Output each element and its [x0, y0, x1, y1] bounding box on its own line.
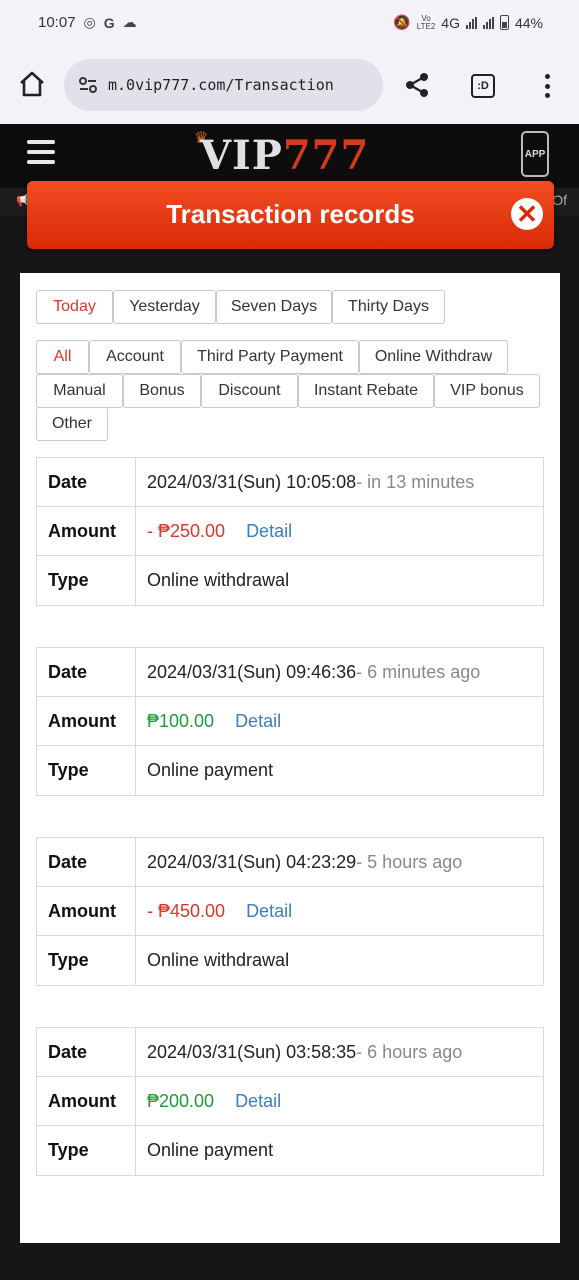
detail-link[interactable]: Detail: [246, 901, 292, 922]
amount-label: Amount: [37, 507, 136, 555]
type-label: Type: [37, 556, 136, 605]
filter-account[interactable]: Account: [89, 340, 181, 374]
site-header: ♛ VIP777 APP: [0, 124, 579, 188]
type-label: Type: [37, 936, 136, 985]
date-label: Date: [37, 1028, 136, 1076]
amount-label: Amount: [37, 1077, 136, 1125]
battery-icon: [499, 15, 509, 30]
amount-label: Amount: [37, 887, 136, 935]
address-bar[interactable]: m.0vip777.com/Transaction: [64, 59, 383, 111]
detail-link[interactable]: Detail: [235, 711, 281, 732]
browser-toolbar: m.0vip777.com/Transaction :D: [0, 46, 579, 124]
type-label: Type: [37, 1126, 136, 1175]
browser-menu-icon[interactable]: [543, 74, 551, 98]
filter-all[interactable]: All: [36, 340, 89, 374]
filter-vip-bonus[interactable]: VIP bonus: [434, 374, 540, 408]
record-date: 2024/03/31(Sun) 04:23:29: [147, 851, 357, 872]
transaction-panel: Today Yesterday Seven Days Thirty Days A…: [20, 273, 560, 1243]
network-type: 4G: [441, 14, 460, 31]
transaction-record: Date 2024/03/31(Sun) 09:46:36- 6 minutes…: [36, 647, 544, 796]
app-download-button[interactable]: APP: [521, 131, 549, 177]
signal-icon: [465, 16, 477, 29]
tab-today[interactable]: Today: [36, 290, 113, 324]
record-relative-time: - in 13 minutes: [356, 471, 475, 492]
status-bar: 10:07 ◎ G ☁ 🔕 Vo LTE2 4G 44%: [0, 0, 579, 46]
record-amount: - ₱250.00: [147, 520, 226, 541]
record-date: 2024/03/31(Sun) 10:05:08: [147, 471, 357, 492]
modal-header: Transaction records ✕: [27, 181, 554, 249]
site-settings-icon[interactable]: [78, 75, 98, 95]
signal-icon-2: [482, 16, 494, 29]
status-time: 10:07: [38, 14, 76, 31]
filter-other[interactable]: Other: [36, 407, 108, 441]
cloud-icon: ☁: [122, 14, 137, 30]
transaction-record: Date 2024/03/31(Sun) 10:05:08- in 13 min…: [36, 457, 544, 606]
filter-manual[interactable]: Manual: [36, 374, 123, 408]
record-type: Online withdrawal: [147, 950, 290, 970]
hamburger-menu-icon[interactable]: [27, 140, 55, 164]
record-type: Online payment: [147, 1140, 274, 1160]
share-icon[interactable]: [404, 72, 430, 98]
close-icon[interactable]: ✕: [511, 198, 543, 230]
record-amount: - ₱450.00: [147, 900, 226, 921]
transaction-record: Date 2024/03/31(Sun) 03:58:35- 6 hours a…: [36, 1027, 544, 1176]
transaction-record: Date 2024/03/31(Sun) 04:23:29- 5 hours a…: [36, 837, 544, 986]
record-date: 2024/03/31(Sun) 03:58:35: [147, 1041, 357, 1062]
date-label: Date: [37, 648, 136, 696]
volte-icon: Vo LTE2: [416, 13, 436, 31]
date-label: Date: [37, 458, 136, 506]
record-type: Online payment: [147, 760, 274, 780]
home-icon[interactable]: [18, 70, 46, 98]
url-text: m.0vip777.com/Transaction: [108, 76, 334, 94]
detail-link[interactable]: Detail: [246, 521, 292, 542]
battery-level: 44%: [514, 14, 543, 31]
record-relative-time: - 6 hours ago: [356, 1041, 463, 1062]
instagram-icon: ◎: [83, 14, 96, 30]
filter-discount[interactable]: Discount: [201, 374, 298, 408]
record-amount: ₱200.00: [147, 1090, 215, 1111]
tab-yesterday[interactable]: Yesterday: [113, 290, 216, 324]
record-amount: ₱100.00: [147, 710, 215, 731]
record-type: Online withdrawal: [147, 570, 290, 590]
filter-bonus[interactable]: Bonus: [123, 374, 201, 408]
tab-thirty-days[interactable]: Thirty Days: [332, 290, 445, 324]
tab-switcher-button[interactable]: :D: [471, 74, 495, 98]
detail-link[interactable]: Detail: [235, 1091, 281, 1112]
record-relative-time: - 5 hours ago: [356, 851, 463, 872]
ticker-text: Of: [552, 192, 567, 208]
filter-online-withdraw[interactable]: Online Withdraw: [359, 340, 508, 374]
amount-label: Amount: [37, 697, 136, 745]
record-relative-time: - 6 minutes ago: [356, 661, 481, 682]
date-label: Date: [37, 838, 136, 886]
filter-instant-rebate[interactable]: Instant Rebate: [298, 374, 434, 408]
mute-icon: 🔕: [393, 14, 411, 30]
google-icon: G: [103, 14, 115, 31]
type-label: Type: [37, 746, 136, 795]
modal-title: Transaction records: [166, 199, 415, 229]
site-logo[interactable]: VIP777: [200, 132, 369, 179]
record-date: 2024/03/31(Sun) 09:46:36: [147, 661, 357, 682]
filter-third-party-payment[interactable]: Third Party Payment: [181, 340, 359, 374]
tab-seven-days[interactable]: Seven Days: [216, 290, 332, 324]
